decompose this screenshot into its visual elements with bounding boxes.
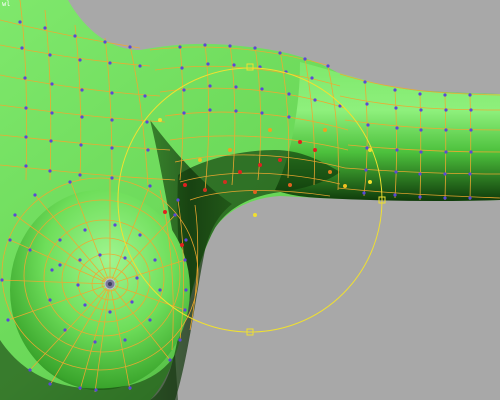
mesh-canvas[interactable] <box>0 0 500 400</box>
pivot-marker[interactable] <box>104 278 116 290</box>
viewport-label: wl <box>2 0 11 8</box>
3d-viewport[interactable]: wl <box>0 0 500 400</box>
